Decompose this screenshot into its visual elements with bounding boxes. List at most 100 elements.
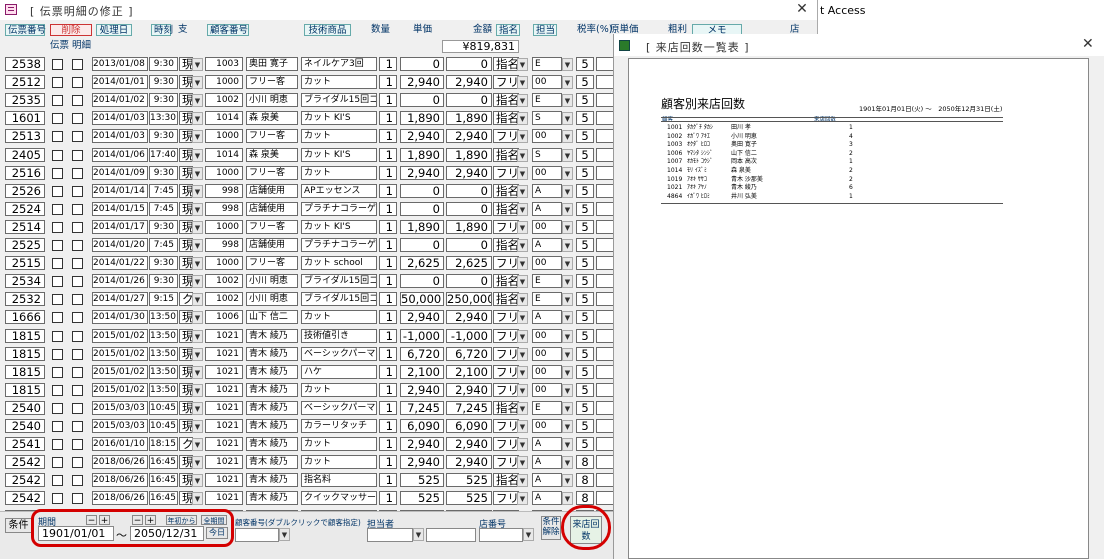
- staff-dropdown-icon[interactable]: ▼: [562, 148, 573, 162]
- customer-name-cell[interactable]: 小川 明恵: [246, 292, 298, 307]
- unit-price-cell[interactable]: 2,940: [400, 455, 444, 470]
- staff-dropdown-icon[interactable]: ▼: [562, 220, 573, 234]
- staff-cell[interactable]: 00: [532, 346, 562, 361]
- customer-name-cell[interactable]: 青木 綾乃: [246, 346, 298, 361]
- payment-dropdown-icon[interactable]: ▼: [192, 456, 203, 470]
- payment-dropdown-icon[interactable]: ▼: [192, 420, 203, 433]
- product-cell[interactable]: ブライダル15回コー: [301, 274, 377, 289]
- quantity-cell[interactable]: 1: [379, 256, 397, 271]
- delete-detail-checkbox[interactable]: [72, 402, 83, 414]
- customer-name-cell[interactable]: フリー客: [246, 75, 298, 90]
- staff-cell[interactable]: 00: [532, 419, 562, 433]
- payment-dropdown-icon[interactable]: ▼: [192, 438, 203, 452]
- unit-price-cell[interactable]: 2,940: [400, 310, 444, 325]
- tax-cell[interactable]: 5: [576, 147, 594, 162]
- quantity-cell[interactable]: 1: [379, 437, 397, 452]
- delete-detail-checkbox[interactable]: [72, 348, 83, 360]
- customer-name-cell[interactable]: 青木 綾乃: [246, 437, 298, 452]
- customer-no-cell[interactable]: 1000: [205, 219, 243, 234]
- customer-no-cell[interactable]: 1014: [205, 147, 243, 162]
- staff-dropdown-icon[interactable]: ▼: [562, 293, 573, 307]
- product-cell[interactable]: カット KI'S: [301, 219, 377, 234]
- close-icon[interactable]: ✕: [1082, 36, 1094, 52]
- clear-conditions-button[interactable]: 条件解除: [541, 516, 561, 540]
- amount-cell[interactable]: 525: [446, 473, 492, 488]
- date-cell[interactable]: 2018/06/26: [92, 455, 148, 470]
- customer-no-dropdown-icon[interactable]: ▼: [279, 528, 290, 541]
- delete-voucher-checkbox[interactable]: [52, 348, 63, 360]
- quantity-cell[interactable]: 1: [379, 382, 397, 397]
- voucher-no-cell[interactable]: 1666: [5, 310, 45, 325]
- date-cell[interactable]: 2014/01/22: [92, 256, 148, 271]
- voucher-no-cell[interactable]: 2532: [5, 292, 45, 307]
- customer-name-cell[interactable]: 店舗使用: [246, 183, 298, 198]
- voucher-no-cell[interactable]: 2525: [5, 238, 45, 252]
- delete-voucher-checkbox[interactable]: [52, 366, 63, 378]
- payment-dropdown-icon[interactable]: ▼: [192, 166, 203, 180]
- time-cell[interactable]: 9:30: [149, 165, 178, 180]
- customer-name-cell[interactable]: 青木 綾乃: [246, 491, 298, 506]
- nomination-dropdown-icon[interactable]: ▼: [517, 456, 528, 470]
- staff-dropdown-icon[interactable]: ▼: [562, 311, 573, 325]
- product-cell[interactable]: カット: [301, 455, 377, 470]
- customer-no-cell[interactable]: 1021: [205, 382, 243, 397]
- unit-price-cell[interactable]: 0: [400, 238, 444, 252]
- delete-detail-checkbox[interactable]: [72, 258, 83, 270]
- nomination-cell[interactable]: フリー: [493, 346, 519, 361]
- payment-cell[interactable]: 現: [179, 274, 193, 289]
- nomination-dropdown-icon[interactable]: ▼: [517, 58, 528, 71]
- payment-cell[interactable]: 現: [179, 455, 193, 470]
- voucher-no-cell[interactable]: 2535: [5, 93, 45, 108]
- tax-cell[interactable]: 5: [576, 292, 594, 307]
- nomination-cell[interactable]: 指名: [493, 93, 519, 108]
- tax-cell[interactable]: 5: [576, 346, 594, 361]
- staff-cell[interactable]: A: [532, 310, 562, 325]
- quantity-cell[interactable]: 1: [379, 75, 397, 90]
- payment-cell[interactable]: 現: [179, 419, 193, 433]
- time-cell[interactable]: 10:45: [149, 400, 178, 415]
- payment-dropdown-icon[interactable]: ▼: [192, 130, 203, 144]
- product-cell[interactable]: カット: [301, 437, 377, 452]
- date-cell[interactable]: 2014/01/01: [92, 75, 148, 90]
- product-cell[interactable]: プラチナコラーゲン: [301, 201, 377, 216]
- payment-cell[interactable]: 現: [179, 238, 193, 252]
- product-cell[interactable]: ブライダル15回コー: [301, 93, 377, 108]
- delete-detail-checkbox[interactable]: [72, 149, 83, 161]
- nomination-dropdown-icon[interactable]: ▼: [517, 202, 528, 216]
- unit-price-cell[interactable]: 1,890: [400, 111, 444, 126]
- quantity-cell[interactable]: 1: [379, 165, 397, 180]
- delete-voucher-checkbox[interactable]: [52, 95, 63, 107]
- time-cell[interactable]: 10:45: [149, 419, 178, 433]
- voucher-no-cell[interactable]: 2512: [5, 75, 45, 90]
- delete-detail-checkbox[interactable]: [72, 185, 83, 197]
- nomination-dropdown-icon[interactable]: ▼: [517, 220, 528, 234]
- tax-cell[interactable]: 5: [576, 129, 594, 144]
- nomination-dropdown-icon[interactable]: ▼: [517, 420, 528, 433]
- customer-name-cell[interactable]: 森 泉美: [246, 147, 298, 162]
- nomination-dropdown-icon[interactable]: ▼: [517, 383, 528, 397]
- nomination-cell[interactable]: 指名: [493, 400, 519, 415]
- nomination-cell[interactable]: フリー: [493, 75, 519, 90]
- customer-no-cell[interactable]: 1000: [205, 256, 243, 271]
- unit-price-cell[interactable]: 525: [400, 491, 444, 506]
- staff-cell[interactable]: 00: [532, 219, 562, 234]
- payment-dropdown-icon[interactable]: ▼: [192, 58, 203, 71]
- unit-price-cell[interactable]: -1,000: [400, 328, 444, 343]
- amount-cell[interactable]: 2,940: [446, 382, 492, 397]
- delete-detail-checkbox[interactable]: [72, 95, 83, 107]
- nomination-cell[interactable]: フリー: [493, 256, 519, 271]
- delete-voucher-checkbox[interactable]: [52, 258, 63, 270]
- date-cell[interactable]: 2018/06/26: [92, 491, 148, 506]
- nomination-cell[interactable]: フリー: [493, 437, 519, 452]
- delete-detail-checkbox[interactable]: [72, 475, 83, 487]
- customer-no-cell[interactable]: 998: [205, 183, 243, 198]
- delete-voucher-checkbox[interactable]: [52, 59, 63, 70]
- staff-cell[interactable]: 00: [532, 328, 562, 343]
- customer-no-cell[interactable]: 1021: [205, 473, 243, 488]
- customer-no-filter-input[interactable]: [235, 528, 279, 542]
- time-cell[interactable]: 9:30: [149, 57, 178, 71]
- delete-voucher-checkbox[interactable]: [52, 221, 63, 233]
- staff-dropdown-icon[interactable]: ▼: [562, 58, 573, 71]
- payment-cell[interactable]: 現: [179, 111, 193, 126]
- nomination-cell[interactable]: 指名: [493, 183, 519, 198]
